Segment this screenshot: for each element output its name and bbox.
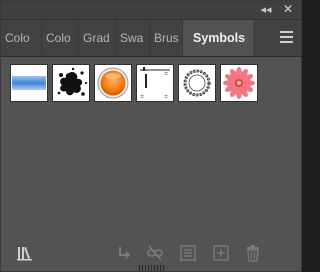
- hamburger-menu-icon[interactable]: [280, 31, 293, 43]
- tab-swatches[interactable]: Swa: [116, 20, 150, 56]
- tab-color-guide[interactable]: Colo: [42, 20, 79, 56]
- panel-title-bar[interactable]: ◂◂ ✕: [1, 1, 301, 20]
- orange-button-symbol[interactable]: [94, 64, 132, 102]
- tab-brushes[interactable]: Brus: [150, 20, 183, 56]
- delete-symbol-icon[interactable]: [244, 244, 262, 262]
- ink-splat-symbol[interactable]: [52, 64, 90, 102]
- new-symbol-icon[interactable]: [212, 244, 230, 262]
- break-link-icon[interactable]: [146, 244, 164, 262]
- svg-text:±: ±: [164, 71, 168, 77]
- resize-grip[interactable]: [139, 265, 165, 271]
- symbol-options-icon[interactable]: [179, 244, 197, 262]
- symbols-panel: ◂◂ ✕ Colo Colo Grad Swa Brus Symbols ± ±…: [0, 0, 302, 272]
- rectangle-frame-symbol[interactable]: ± ± ±: [136, 64, 174, 102]
- symbols-grid: ± ± ±: [10, 64, 260, 102]
- place-symbol-instance-icon[interactable]: [115, 244, 133, 262]
- pink-flower-symbol[interactable]: [220, 64, 258, 102]
- collapse-panel-icon[interactable]: ◂◂: [259, 3, 273, 17]
- rope-wreath-symbol[interactable]: [178, 64, 216, 102]
- symbol-libraries-menu-icon[interactable]: [16, 244, 34, 262]
- panel-tab-bar: Colo Colo Grad Swa Brus Symbols: [1, 20, 301, 57]
- tab-symbols[interactable]: Symbols: [183, 20, 253, 56]
- tab-gradient[interactable]: Grad: [79, 20, 116, 56]
- blue-banner-symbol[interactable]: [10, 64, 48, 102]
- svg-text:±: ±: [164, 94, 168, 100]
- close-panel-icon[interactable]: ✕: [281, 2, 295, 16]
- tab-color[interactable]: Colo: [1, 20, 42, 56]
- svg-text:±: ±: [140, 94, 144, 100]
